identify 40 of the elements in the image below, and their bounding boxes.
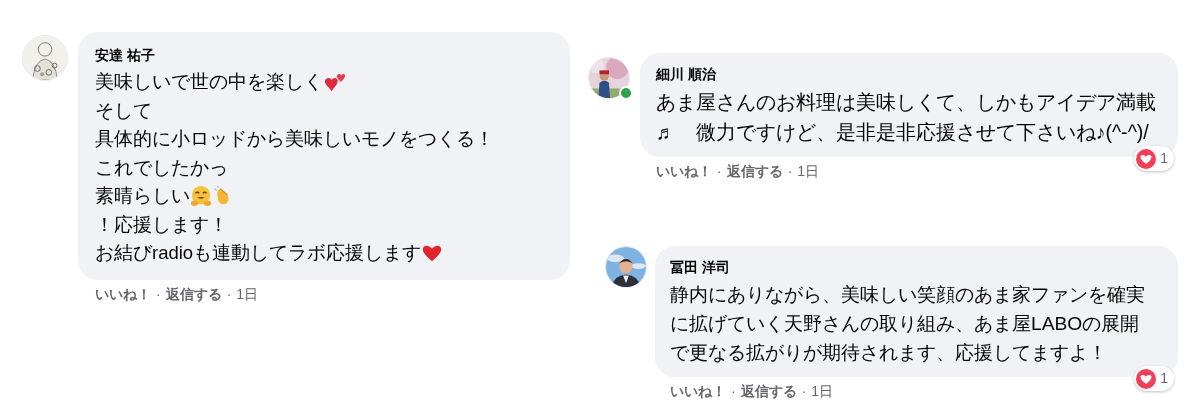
author-name[interactable]: 安達 祐子 <box>95 46 556 64</box>
comment-text: に拡げていく天野さんの取り組み、あま屋LABOの展開 <box>670 312 1140 336</box>
separator-dot: · <box>801 382 807 400</box>
separator-dot: · <box>156 284 161 304</box>
separator-dot: · <box>731 382 736 400</box>
comment-text: あま屋さんのお料理は美味しくて、しかもアイデア満載 <box>656 90 1156 115</box>
comment-text: ！応援します！ <box>95 212 228 237</box>
reaction-count: 1 <box>1160 149 1168 168</box>
reply-link[interactable]: 返信する <box>740 381 797 400</box>
reaction-count: 1 <box>1160 369 1168 388</box>
love-reaction-icon <box>1136 148 1157 169</box>
avatar[interactable] <box>588 57 630 99</box>
comment-text: そして <box>95 98 152 123</box>
comment-text: 具体的に小ロッドから美味しいモノをつくる！ <box>95 127 494 151</box>
like-link[interactable]: いいね！ <box>95 283 151 305</box>
comment-time[interactable]: 1日 <box>797 161 820 182</box>
author-name[interactable]: 細川 順治 <box>656 65 1164 83</box>
comment-text: 静内にありながら、美味しい笑顔のあま家ファンを確実 <box>670 283 1145 307</box>
comment-text: ♬ 微力ですけど、是非是非応援させて下さいね♪(^-^)/ <box>656 120 1149 145</box>
comment-time[interactable]: 1日 <box>811 381 834 400</box>
reply-link[interactable]: 返信する <box>165 283 222 305</box>
comment-text: で更なる拡がりが期待されます、応援してますよ！ <box>670 341 1107 365</box>
separator-dot: · <box>717 162 722 181</box>
like-link[interactable]: いいね！ <box>656 161 712 182</box>
like-link[interactable]: いいね！ <box>670 381 726 400</box>
separator-dot: · <box>226 284 232 304</box>
love-reaction-icon <box>1136 368 1157 389</box>
reply-link[interactable]: 返信する <box>726 161 783 182</box>
comment-text: 美味しいで世の中を楽しく <box>95 70 323 94</box>
comment-text: 素晴らしい <box>95 184 190 208</box>
comment-time[interactable]: 1日 <box>236 283 259 305</box>
comment-text: これでしたかっ <box>95 155 228 180</box>
author-name[interactable]: 冨田 洋司 <box>670 258 1164 276</box>
two-hearts-icon <box>323 71 345 94</box>
separator-dot: · <box>787 162 793 181</box>
reaction-badge[interactable]: 1 <box>1134 366 1174 391</box>
avatar[interactable] <box>605 246 647 288</box>
smiling-face-icon <box>190 185 212 208</box>
reaction-badge[interactable]: 1 <box>1134 146 1174 171</box>
comment-text: お結びradioも連動してラボ応援します <box>95 241 422 265</box>
